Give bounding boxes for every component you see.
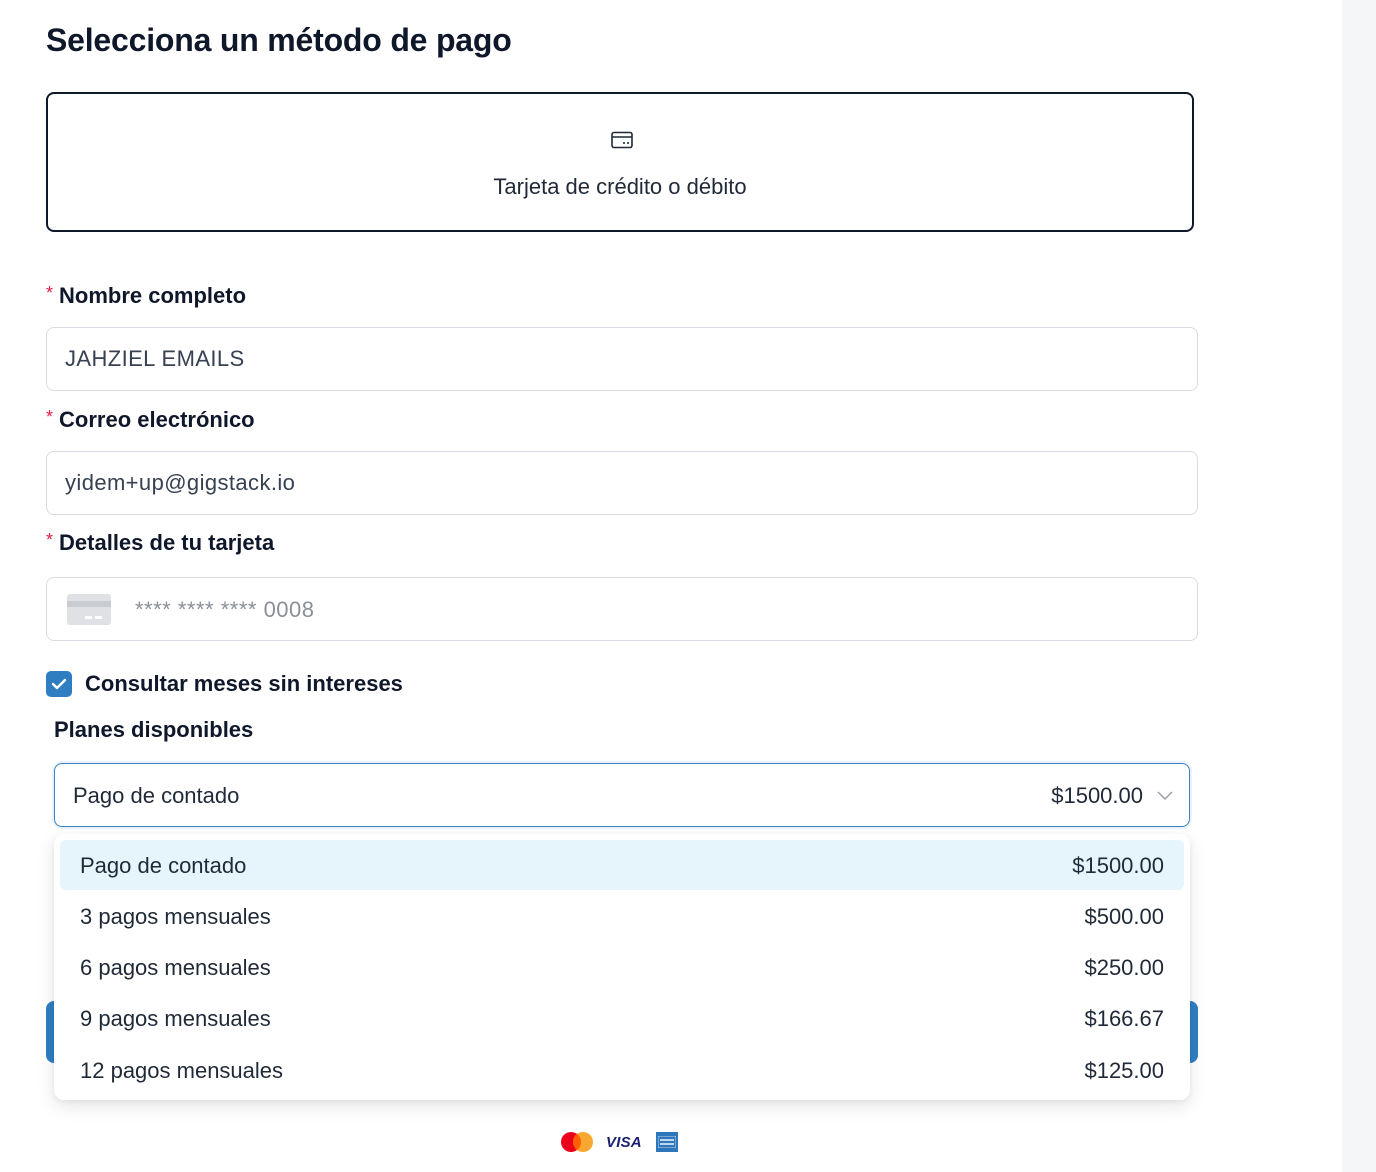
plan-option[interactable]: 3 pagos mensuales $500.00 <box>60 891 1184 941</box>
required-mark: * <box>46 530 54 550</box>
card-placeholder-icon <box>67 594 111 625</box>
amex-icon <box>655 1132 678 1152</box>
required-mark: * <box>46 407 54 427</box>
card-brands: VISA <box>560 1130 678 1154</box>
plan-option[interactable]: 6 pagos mensuales $250.00 <box>60 942 1184 992</box>
msi-checkbox[interactable] <box>46 671 72 697</box>
page-title: Selecciona un método de pago <box>46 22 512 58</box>
chevron-down-icon <box>1157 791 1173 801</box>
name-label: * Nombre completo <box>46 283 247 308</box>
credit-card-icon <box>611 131 633 149</box>
selected-plan-price: $1500.00 <box>1051 783 1143 808</box>
visa-icon: VISA <box>606 1133 642 1151</box>
msi-checkbox-row: Consultar meses sin intereses <box>46 671 403 697</box>
mastercard-icon <box>561 1132 593 1152</box>
email-field-container <box>46 451 1198 515</box>
plan-option[interactable]: 12 pagos mensuales $125.00 <box>60 1045 1184 1095</box>
required-mark: * <box>46 283 54 303</box>
card-number-masked: **** **** **** 0008 <box>135 597 315 622</box>
card-number-field[interactable]: **** **** **** 0008 <box>46 577 1198 641</box>
plan-option[interactable]: 9 pagos mensuales $166.67 <box>60 993 1184 1043</box>
payment-method-card[interactable]: Tarjeta de crédito o débito <box>46 92 1194 232</box>
right-panel-edge <box>1342 0 1376 1172</box>
plans-select[interactable]: Pago de contado $1500.00 <box>54 763 1190 827</box>
msi-checkbox-label[interactable]: Consultar meses sin intereses <box>85 671 403 697</box>
card-details-label: * Detalles de tu tarjeta <box>46 530 275 555</box>
plans-dropdown: Pago de contado $1500.00 3 pagos mensual… <box>54 834 1190 1100</box>
selected-plan-label: Pago de contado <box>73 783 240 808</box>
email-label: * Correo electrónico <box>46 407 255 432</box>
plan-option[interactable]: Pago de contado $1500.00 <box>60 840 1184 890</box>
plans-label: Planes disponibles <box>54 717 254 742</box>
name-field-container <box>46 327 1198 391</box>
payment-method-label: Tarjeta de crédito o débito <box>493 174 747 199</box>
check-icon <box>51 678 67 690</box>
email-field[interactable] <box>65 452 1165 514</box>
name-field[interactable] <box>65 328 1165 390</box>
